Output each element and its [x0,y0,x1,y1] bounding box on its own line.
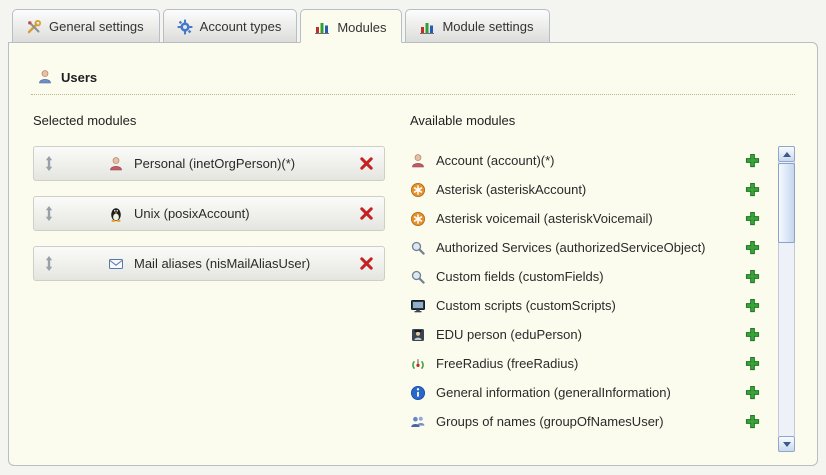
modules-chart-icon [419,19,435,35]
add-module-button[interactable] [745,385,760,400]
available-module-row: Custom scripts (customScripts) [410,291,772,320]
available-module-label: Groups of names (groupOfNamesUser) [436,414,664,429]
tab-bar: General settings Account types Modules M… [8,9,818,43]
selected-modules-column: Selected modules Personal (inetOrgPerson… [33,113,385,452]
selected-module-row[interactable]: Personal (inetOrgPerson)(*) [33,146,385,181]
available-module-label: Account (account)(*) [436,153,555,168]
add-module-button[interactable] [745,298,760,313]
available-module-label: Custom scripts (customScripts) [436,298,616,313]
tab-modules[interactable]: Modules [300,9,402,43]
person-icon [410,153,428,169]
terminal-icon [410,298,428,314]
available-module-label: FreeRadius (freeRadius) [436,356,578,371]
remove-module-button[interactable] [359,206,374,221]
tab-module-settings[interactable]: Module settings [405,9,549,43]
available-module-row: Asterisk voicemail (asteriskVoicemail) [410,204,772,233]
available-module-row: Custom fields (customFields) [410,262,772,291]
module-columns: Selected modules Personal (inetOrgPerson… [31,113,795,452]
selected-module-label: Unix (posixAccount) [134,206,250,221]
add-module-button[interactable] [745,414,760,429]
tab-account-types[interactable]: Account types [163,9,298,43]
selected-module-row[interactable]: Unix (posixAccount) [33,196,385,231]
asterisk-icon [410,182,428,198]
add-module-button[interactable] [745,356,760,371]
scroll-up-button[interactable] [778,146,795,162]
tools-icon [26,19,42,35]
available-module-label: Custom fields (customFields) [436,269,604,284]
page: General settings Account types Modules M… [0,0,826,466]
available-modules-heading: Available modules [410,113,795,128]
add-module-button[interactable] [745,182,760,197]
available-module-row: Account (account)(*) [410,146,772,175]
group-icon [410,414,428,430]
available-module-row: Asterisk (asteriskAccount) [410,175,772,204]
available-module-label: EDU person (eduPerson) [436,327,582,342]
scroll-down-button[interactable] [778,436,795,452]
add-module-button[interactable] [745,153,760,168]
info-icon [410,385,428,401]
arrow-down-icon [783,442,791,447]
drag-handle-icon[interactable] [44,256,56,271]
available-module-label: General information (generalInformation) [436,385,671,400]
available-module-row: EDU person (eduPerson) [410,320,772,349]
add-module-button[interactable] [745,269,760,284]
person-icon [108,156,125,172]
add-module-button[interactable] [745,211,760,226]
selected-modules-heading: Selected modules [33,113,385,128]
arrow-up-icon [783,152,791,157]
available-module-row: Groups of names (groupOfNamesUser) [410,407,772,436]
users-section-heading: Users [31,69,795,95]
available-module-label: Authorized Services (authorizedServiceOb… [436,240,706,255]
user-icon [37,69,53,85]
add-module-button[interactable] [745,240,760,255]
tab-label: Module settings [442,19,533,34]
available-modules-list: Account (account)(*) Asterisk (asteriskA… [410,146,772,452]
mail-icon [108,256,125,272]
tux-penguin-icon [108,206,125,222]
modules-chart-icon [314,19,330,35]
scrollbar-thumb[interactable] [778,163,795,243]
remove-module-button[interactable] [359,156,374,171]
magnifier-icon [410,240,428,256]
drag-handle-icon[interactable] [44,206,56,221]
available-module-label: Asterisk voicemail (asteriskVoicemail) [436,211,653,226]
modules-panel: Users Selected modules Personal (inetOrg… [8,42,818,466]
selected-module-label: Mail aliases (nisMailAliasUser) [134,256,310,271]
tab-label: General settings [49,19,144,34]
account-types-gear-icon [177,19,193,35]
available-module-row: General information (generalInformation) [410,378,772,407]
selected-module-label: Personal (inetOrgPerson)(*) [134,156,295,171]
remove-module-button[interactable] [359,256,374,271]
available-modules-column: Available modules Account (account)(*) [410,113,795,452]
radius-signal-icon [410,356,428,372]
tab-general-settings[interactable]: General settings [12,9,160,43]
edu-person-icon [410,327,428,343]
section-title: Users [61,70,97,85]
tab-label: Modules [337,20,386,35]
available-module-row: FreeRadius (freeRadius) [410,349,772,378]
scrollbar-track[interactable] [778,162,795,436]
magnifier-icon [410,269,428,285]
scrollbar[interactable] [778,146,795,452]
asterisk-icon [410,211,428,227]
add-module-button[interactable] [745,327,760,342]
available-module-label: Asterisk (asteriskAccount) [436,182,586,197]
available-module-row: Authorized Services (authorizedServiceOb… [410,233,772,262]
tab-label: Account types [200,19,282,34]
selected-module-row[interactable]: Mail aliases (nisMailAliasUser) [33,246,385,281]
drag-handle-icon[interactable] [44,156,56,171]
